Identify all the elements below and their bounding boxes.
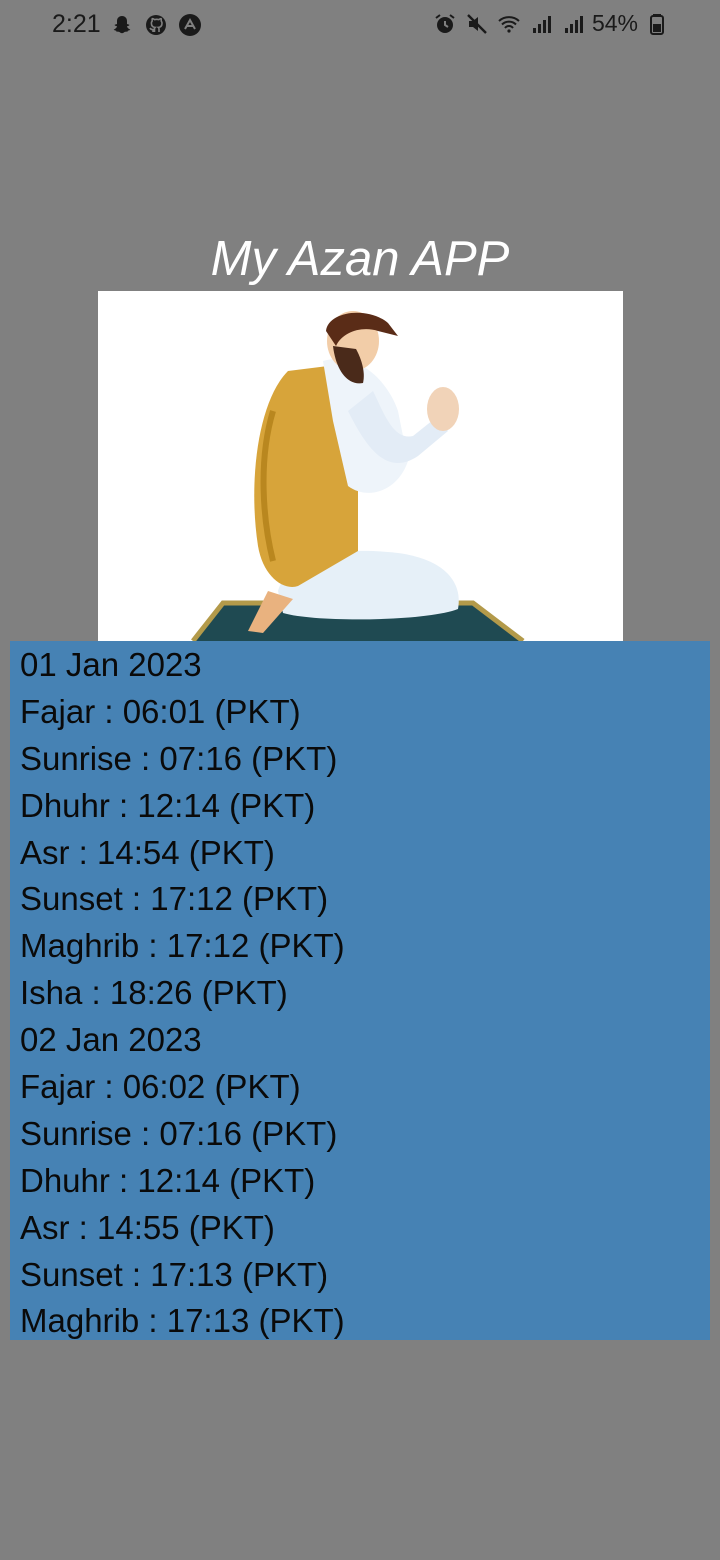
prayer-time-item: Isha : 18:26 (PKT) (20, 974, 288, 1012)
prayer-time-item: Dhuhr : 12:14 (PKT) (20, 786, 316, 824)
app-icon (177, 12, 203, 38)
prayer-time-item: Sunrise : 07:16 (PKT) (20, 739, 338, 777)
battery-icon (644, 11, 670, 37)
status-right: 54% (432, 10, 670, 37)
battery-percent: 54% (591, 10, 638, 36)
prayer-times-list[interactable]: 01 Jan 2023 Fajar : 06:01 (PKT) Sunrise : … (10, 641, 710, 1340)
github-icon (143, 12, 169, 38)
prayer-time-item: Asr : 14:55 (PKT) (20, 1208, 275, 1246)
prayer-time-item: Fajar : 06:01 (PKT) (20, 692, 301, 730)
status-left: 2:21 (52, 10, 203, 39)
wifi-icon (496, 11, 522, 37)
signal-icon (560, 11, 586, 37)
status-bar: 2:21 54% (0, 0, 720, 52)
prayer-time-item: Asr : 14:54 (PKT) (20, 833, 275, 871)
praying-man-image (98, 291, 623, 641)
date-heading: 01 Jan 2023 (20, 646, 202, 683)
prayer-time-item: Maghrib : 17:13 (PKT) (20, 1302, 345, 1340)
snapchat-icon (109, 12, 135, 38)
prayer-time-item: Sunset : 17:13 (PKT) (20, 1255, 329, 1293)
status-time: 2:21 (52, 10, 101, 38)
mute-icon (464, 11, 490, 37)
prayer-time-item: Maghrib : 17:12 (PKT) (20, 927, 345, 965)
alarm-icon (432, 11, 458, 37)
prayer-time-item: Sunset : 17:12 (PKT) (20, 880, 329, 918)
prayer-time-item: Fajar : 06:02 (PKT) (20, 1068, 301, 1106)
prayer-time-item: Sunrise : 07:16 (PKT) (20, 1114, 338, 1152)
signal-icon (528, 11, 554, 37)
prayer-time-item: Dhuhr : 12:14 (PKT) (20, 1161, 316, 1199)
date-heading: 02 Jan 2023 (20, 1021, 202, 1059)
app-title: My Azan APP (210, 232, 510, 286)
